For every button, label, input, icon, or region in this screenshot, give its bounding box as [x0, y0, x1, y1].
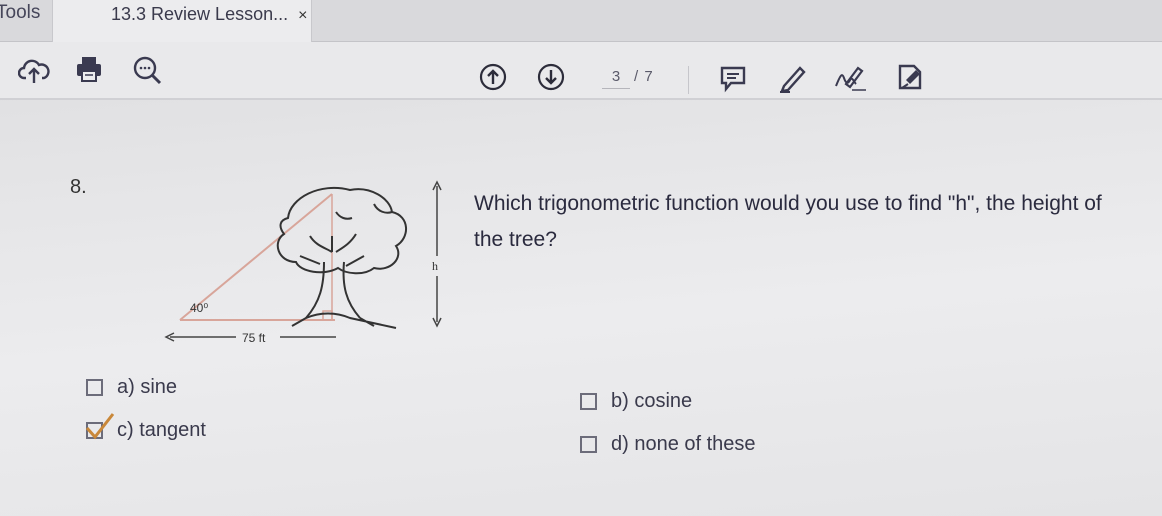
close-tab-icon[interactable]: × — [298, 7, 307, 24]
upload-cloud-icon[interactable] — [18, 56, 50, 86]
page-indicator: 3 / 7 — [596, 66, 686, 92]
question-text: Which trigonometric function would you u… — [474, 192, 1102, 251]
share-edit-icon[interactable] — [892, 60, 928, 94]
checkmark-icon — [85, 413, 115, 440]
page-total: / 7 — [634, 68, 654, 85]
next-page-icon[interactable] — [536, 62, 566, 92]
option-d-label: d) none of these — [611, 433, 756, 455]
tab-document-title: 13.3 Review Lesson... — [111, 4, 289, 24]
height-label: h — [432, 259, 438, 273]
tree-drawing — [276, 186, 407, 329]
option-b-label: b) cosine — [611, 390, 693, 412]
comment-icon[interactable] — [718, 64, 748, 94]
print-icon[interactable] — [74, 54, 104, 84]
toolbar — [0, 42, 1162, 100]
angle-label: 40⁰ — [190, 301, 208, 315]
page-current-input[interactable]: 3 — [602, 68, 630, 89]
base-label: 75 ft — [242, 331, 266, 345]
tab-tools[interactable]: Tools — [0, 0, 50, 34]
toolbar-divider — [688, 66, 689, 94]
checkbox-d[interactable] — [580, 436, 597, 453]
checkbox-b[interactable] — [580, 393, 597, 410]
zoom-search-icon[interactable] — [132, 55, 164, 87]
option-c-label: c) tangent — [117, 419, 206, 441]
option-c[interactable]: c) tangent — [85, 413, 206, 442]
tree-triangle-figure: 40⁰ 75 ft h — [164, 180, 442, 345]
tab-bar: Tools 13.3 Review Lesson... × — [0, 0, 1162, 42]
option-a-label: a) sine — [117, 376, 178, 398]
tab-document[interactable]: 13.3 Review Lesson... × — [52, 0, 312, 42]
checkbox-a[interactable] — [86, 379, 103, 396]
option-a[interactable]: a) sine — [86, 376, 177, 399]
fill-sign-icon[interactable] — [832, 62, 868, 94]
option-b[interactable]: b) cosine — [580, 390, 692, 413]
highlight-pen-icon[interactable] — [776, 62, 808, 94]
option-d[interactable]: d) none of these — [580, 433, 756, 456]
previous-page-icon[interactable] — [478, 62, 508, 92]
checkbox-c[interactable] — [85, 413, 115, 440]
question-number: 8. — [70, 176, 87, 198]
